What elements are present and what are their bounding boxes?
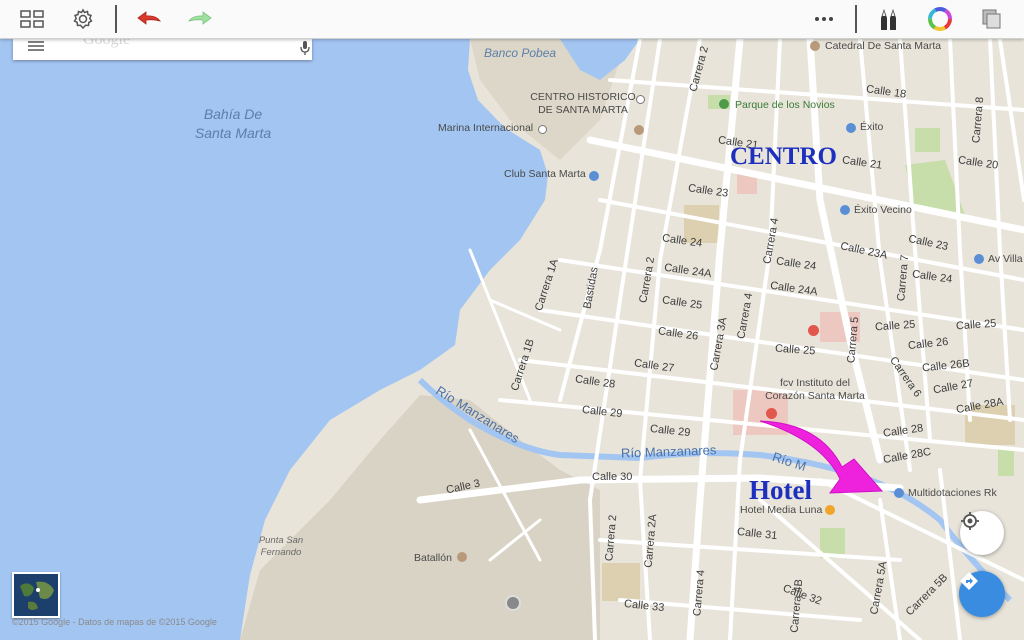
batallon-label: Batallón <box>414 552 452 564</box>
club-label: Club Santa Marta <box>504 168 586 180</box>
centro-historico-label: CENTRO HISTORICO DE SANTA MARTA <box>530 91 636 116</box>
military-icon[interactable] <box>457 552 467 562</box>
shop-icon[interactable] <box>840 205 850 215</box>
microphone-icon[interactable] <box>298 41 312 55</box>
park-tree-icon[interactable] <box>719 99 729 109</box>
my-location-icon[interactable] <box>960 511 1004 555</box>
park-small <box>915 128 940 152</box>
settings-gear-icon[interactable] <box>67 4 99 34</box>
more-options-icon[interactable] <box>808 4 840 34</box>
banco-pobea-label: Banco Pobea <box>484 46 557 60</box>
park-east <box>998 448 1014 476</box>
poi-marker[interactable] <box>538 125 547 134</box>
grid-icon[interactable] <box>16 4 48 34</box>
toolbar-divider <box>115 5 117 33</box>
search-box[interactable]: Google <box>13 31 312 60</box>
multidotaciones-label: Multidotaciones Rk <box>908 487 997 499</box>
museum-icon[interactable] <box>634 125 644 135</box>
centro-annotation: CENTRO <box>730 143 837 170</box>
street-label: Calle 30 <box>592 471 633 483</box>
exito-label: Éxito <box>860 121 884 133</box>
directions-icon[interactable] <box>959 571 1005 617</box>
satellite-thumbnail[interactable] <box>12 572 60 618</box>
map-view[interactable]: Bahía De Santa Marta Banco Pobea CENTRO H… <box>0 39 1024 640</box>
shop-icon[interactable] <box>894 488 904 498</box>
menu-icon[interactable] <box>28 41 44 51</box>
block-tan <box>602 563 640 601</box>
pin-icon[interactable] <box>505 595 521 611</box>
top-toolbar <box>0 0 1024 39</box>
fcv-label: fcv Instituto del Corazón Santa Marta <box>765 377 865 402</box>
magenta-arrow-annotation <box>759 420 884 494</box>
av-villa-label: Av Villa <box>988 253 1023 265</box>
layers-copy-icon[interactable] <box>976 4 1008 34</box>
toolbar-divider <box>855 5 857 33</box>
copyright-text: ©2015 Google - Datos de mapas de ©2015 G… <box>12 617 217 627</box>
bay-label: Bahía De Santa Marta <box>194 106 272 141</box>
poi-marker[interactable] <box>589 171 599 181</box>
undo-arrow-icon[interactable] <box>133 4 165 34</box>
pen-tools-icon[interactable] <box>873 4 905 34</box>
parque-label: Parque de los Novios <box>735 99 835 111</box>
punta-san-fernando-label: Punta San Fernando <box>258 535 304 558</box>
marina-label: Marina Internacional <box>438 122 534 134</box>
hospital-icon[interactable] <box>808 325 819 336</box>
shop-icon[interactable] <box>846 123 856 133</box>
redo-arrow-icon[interactable] <box>184 4 216 34</box>
church-icon[interactable] <box>810 41 820 51</box>
catedral-label: Catedral De Santa Marta <box>825 40 942 52</box>
shop-icon[interactable] <box>974 254 984 264</box>
exito-vecino-label: Éxito Vecino <box>854 204 912 216</box>
color-wheel-icon[interactable] <box>924 4 956 34</box>
